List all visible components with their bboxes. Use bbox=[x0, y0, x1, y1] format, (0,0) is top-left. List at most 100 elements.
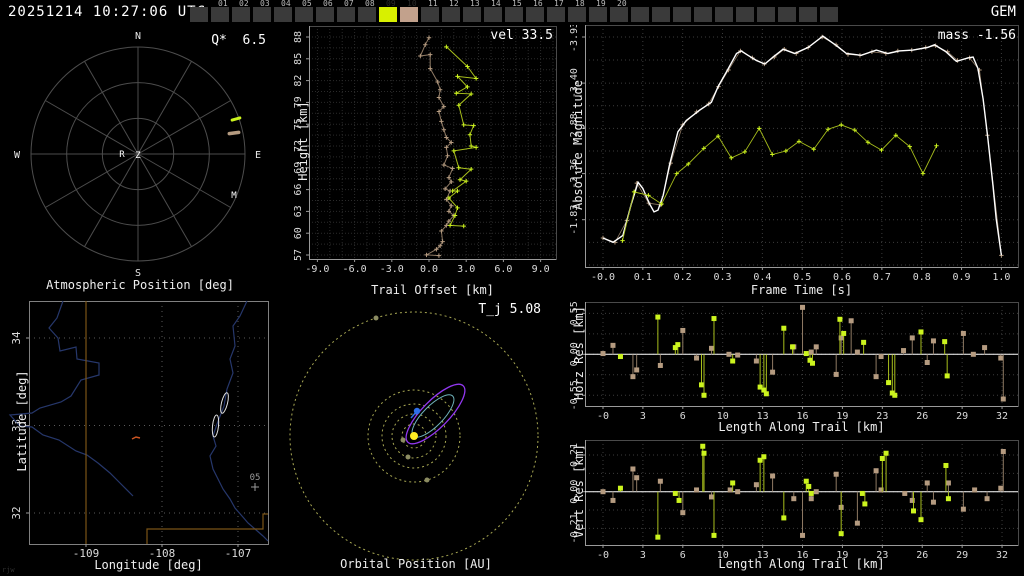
frame-box-13[interactable] bbox=[463, 7, 481, 22]
panel-trail-offset: -9.0 -6.0 -3.0 0.0 3.0 6.0 9.0 88 85 82 79 75 72 69 66… bbox=[280, 25, 560, 297]
frame-box-03[interactable] bbox=[253, 7, 271, 22]
svg-text:E: E bbox=[255, 150, 261, 161]
svg-text:0.8: 0.8 bbox=[913, 272, 931, 283]
panel-atmospheric-position: NSEWZRM Q* 6.5 Atmospheric Position [deg… bbox=[0, 25, 280, 296]
frame-box-blank bbox=[799, 7, 817, 22]
frame-box-15[interactable] bbox=[505, 7, 523, 22]
svg-text:0.9: 0.9 bbox=[953, 272, 971, 283]
height-axis-label: Height [km] bbox=[296, 101, 310, 181]
panel-vertical-residuals: -0 3 6 10 13 16 19 23 26 29 32 0.21 0.00 -0.21 Vert R… bbox=[560, 430, 1024, 576]
frame-box-07[interactable] bbox=[337, 7, 355, 22]
ground-map-chart: -109 -108 -10734333205 bbox=[8, 300, 269, 560]
orbit-caption: Orbital Position [AU] bbox=[340, 557, 492, 571]
watermark: rjw bbox=[2, 566, 15, 574]
frame-box-blank bbox=[631, 7, 649, 22]
frame-label-03: 03 bbox=[260, 0, 270, 8]
svg-text:-3.0: -3.0 bbox=[380, 264, 404, 275]
frame-box-14[interactable] bbox=[484, 7, 502, 22]
svg-text:3.0: 3.0 bbox=[457, 264, 475, 275]
frame-label-05: 05 bbox=[302, 0, 312, 8]
frame-box-11[interactable] bbox=[421, 7, 439, 22]
frame-label-16: 16 bbox=[533, 0, 543, 8]
frame-label-08: 08 bbox=[365, 0, 375, 8]
frame-label-15: 15 bbox=[512, 0, 522, 8]
frame-box-18[interactable] bbox=[568, 7, 586, 22]
frame-label-10: 10 bbox=[407, 0, 417, 8]
svg-text:M: M bbox=[231, 191, 237, 201]
frame-label-14: 14 bbox=[491, 0, 501, 8]
velocity-value: vel 33.5 bbox=[490, 28, 553, 43]
svg-text:05: 05 bbox=[250, 473, 261, 483]
frame-box-blank bbox=[778, 7, 796, 22]
vert-res-axis-label: Vert Res [km] bbox=[572, 444, 586, 538]
frame-box-04[interactable] bbox=[274, 7, 292, 22]
svg-text:0.5: 0.5 bbox=[793, 272, 811, 283]
svg-text:W: W bbox=[14, 150, 21, 161]
frame-label-18: 18 bbox=[575, 0, 585, 8]
frame-box-02[interactable] bbox=[232, 7, 250, 22]
frame-box-09[interactable] bbox=[379, 7, 397, 22]
top-status-bar: 20251214 10:27:06 UTC 01 02 03 04 05 06 07 08 09… bbox=[0, 0, 1024, 25]
frame-box-16[interactable] bbox=[526, 7, 544, 22]
frame-box-blank bbox=[820, 7, 838, 22]
frame-label-01: 01 bbox=[218, 0, 228, 8]
mass-value: mass -1.56 bbox=[937, 28, 1016, 43]
frame-box-blank bbox=[736, 7, 754, 22]
svg-text:57: 57 bbox=[293, 249, 304, 261]
panel-ground-map: -109 -108 -107 34 33 32 05 Latitude [deg] Long… bbox=[0, 296, 280, 576]
frame-box-blank bbox=[673, 7, 691, 22]
svg-text:1.0: 1.0 bbox=[992, 272, 1010, 283]
panel-light-curve: -0.0 0.1 0.2 0.3 0.4 0.5 0.6 0.7 0.8 0.9 1.0 -3.93-… bbox=[560, 25, 1024, 297]
atmospheric-caption: Atmospheric Position [deg] bbox=[46, 278, 234, 292]
utc-clock: 20251214 10:27:06 UTC bbox=[8, 4, 207, 20]
longitude-caption: Longitude [deg] bbox=[94, 558, 203, 572]
panel-horizontal-residuals: -0 3 6 10 13 16 19 23 26 29 32 0.55 0.00 -0.55 Horz R… bbox=[560, 296, 1024, 436]
svg-text:0.1: 0.1 bbox=[634, 272, 652, 283]
frame-label-09: 09 bbox=[386, 0, 396, 8]
frame-box-10[interactable] bbox=[400, 7, 418, 22]
frame-box-19[interactable] bbox=[589, 7, 607, 22]
frame-box-06[interactable] bbox=[316, 7, 334, 22]
orbit-chart bbox=[289, 311, 539, 561]
tisserand-value: T_j 5.08 bbox=[478, 302, 541, 317]
frame-label-13: 13 bbox=[470, 0, 480, 8]
frame-label-04: 04 bbox=[281, 0, 291, 8]
svg-text:-6.0: -6.0 bbox=[343, 264, 367, 275]
frame-box-01[interactable] bbox=[211, 7, 229, 22]
frame-box-08[interactable] bbox=[358, 7, 376, 22]
svg-text:0.7: 0.7 bbox=[873, 272, 891, 283]
svg-text:0.3: 0.3 bbox=[713, 272, 731, 283]
panel-orbit: T_j 5.08 Orbital Position [AU] bbox=[280, 296, 560, 576]
frame-label-02: 02 bbox=[239, 0, 249, 8]
frame-box-12[interactable] bbox=[442, 7, 460, 22]
ground-track-outline bbox=[211, 414, 220, 438]
frame-label-06: 06 bbox=[323, 0, 333, 8]
svg-text:R: R bbox=[119, 150, 125, 160]
frame-label-12: 12 bbox=[449, 0, 459, 8]
svg-text:N: N bbox=[135, 31, 141, 42]
vert-res-caption: Length Along Trail [km] bbox=[718, 557, 885, 571]
frame-box-blank bbox=[715, 7, 733, 22]
frame-box-blank bbox=[652, 7, 670, 22]
track-tan bbox=[227, 130, 241, 136]
svg-text:9.0: 9.0 bbox=[532, 264, 550, 275]
frame-box-20[interactable] bbox=[610, 7, 628, 22]
latitude-axis-label: Latitude [deg] bbox=[15, 370, 29, 472]
horizontal-residuals-chart: -0 3 6 10 13 16 19 23 26 29 320.550.00-0.55 bbox=[569, 301, 1019, 422]
svg-text:Z: Z bbox=[135, 151, 141, 161]
svg-text:-9.0: -9.0 bbox=[305, 264, 329, 275]
frame-time-caption: Frame Time [s] bbox=[750, 283, 853, 297]
svg-text:0.0: 0.0 bbox=[420, 264, 438, 275]
trail-offset-chart: -9.0 -6.0 -3.0 0.0 3.0 6.0 9.08885827975726966… bbox=[293, 26, 557, 275]
frame-box-05[interactable] bbox=[295, 7, 313, 22]
light-curve-chart: -0.0 0.1 0.2 0.3 0.4 0.5 0.6 0.7 0.8 0.9 1.0-3.93-… bbox=[569, 25, 1019, 283]
shower-code-badge: GEM bbox=[990, 4, 1016, 20]
frame-label-07: 07 bbox=[344, 0, 354, 8]
vertical-residuals-chart: -0 3 6 10 13 16 19 23 26 29 320.210.00-0.21 bbox=[569, 440, 1019, 561]
trail-offset-caption: Trail Offset [km] bbox=[371, 283, 494, 297]
frame-box-17[interactable] bbox=[547, 7, 565, 22]
svg-text:-0.0: -0.0 bbox=[591, 272, 615, 283]
svg-text:0.6: 0.6 bbox=[833, 272, 851, 283]
frame-label-17: 17 bbox=[554, 0, 564, 8]
q-star-value: Q* 6.5 bbox=[211, 33, 266, 48]
